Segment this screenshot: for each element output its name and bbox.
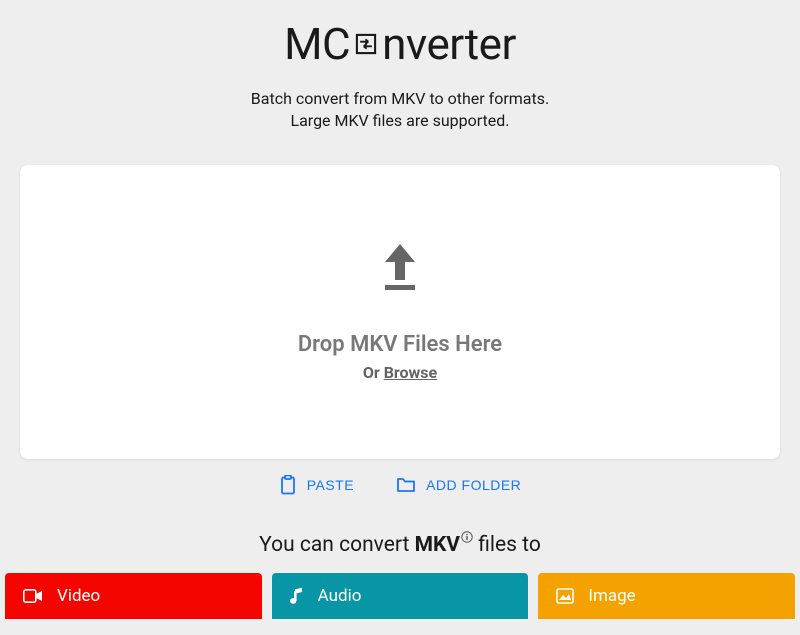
or-text: Or	[363, 363, 384, 382]
info-icon[interactable]	[461, 525, 473, 549]
tagline-line1: Batch convert from MKV to other formats.	[0, 88, 800, 110]
dropzone[interactable]: Drop MKV Files Here Or Browse	[20, 165, 780, 459]
add-folder-label: ADD FOLDER	[426, 477, 521, 493]
convert-arrows-icon	[352, 30, 380, 58]
tab-image-label: Image	[588, 586, 635, 606]
paste-button[interactable]: PASTE	[279, 475, 354, 495]
image-icon	[556, 588, 574, 604]
convert-heading: You can convert MKV files to	[0, 525, 800, 557]
tagline-line2: Large MKV files are supported.	[0, 110, 800, 132]
tab-audio-label: Audio	[318, 586, 362, 606]
clipboard-icon	[279, 475, 297, 495]
convert-format: MKV	[415, 533, 460, 557]
paste-label: PASTE	[307, 477, 354, 493]
browse-link[interactable]: Browse	[384, 363, 437, 382]
tab-video[interactable]: Video	[5, 573, 262, 619]
tab-image[interactable]: Image	[538, 573, 795, 619]
upload-icon	[377, 242, 423, 294]
drop-text: Drop MKV Files Here	[298, 332, 502, 357]
convert-prefix: You can convert	[259, 533, 414, 557]
tagline: Batch convert from MKV to other formats.…	[0, 88, 800, 133]
convert-suffix: files to	[473, 533, 541, 557]
folder-icon	[396, 476, 416, 494]
browse-line: Or Browse	[363, 363, 437, 382]
tab-audio[interactable]: Audio	[272, 573, 529, 619]
logo-text-right: nverter	[382, 18, 516, 70]
site-logo[interactable]: MC nverter	[284, 18, 516, 70]
add-folder-button[interactable]: ADD FOLDER	[396, 475, 521, 495]
tab-video-label: Video	[57, 586, 100, 606]
music-note-icon	[290, 587, 304, 605]
logo-text-left: MC	[284, 18, 350, 70]
video-camera-icon	[23, 589, 43, 603]
